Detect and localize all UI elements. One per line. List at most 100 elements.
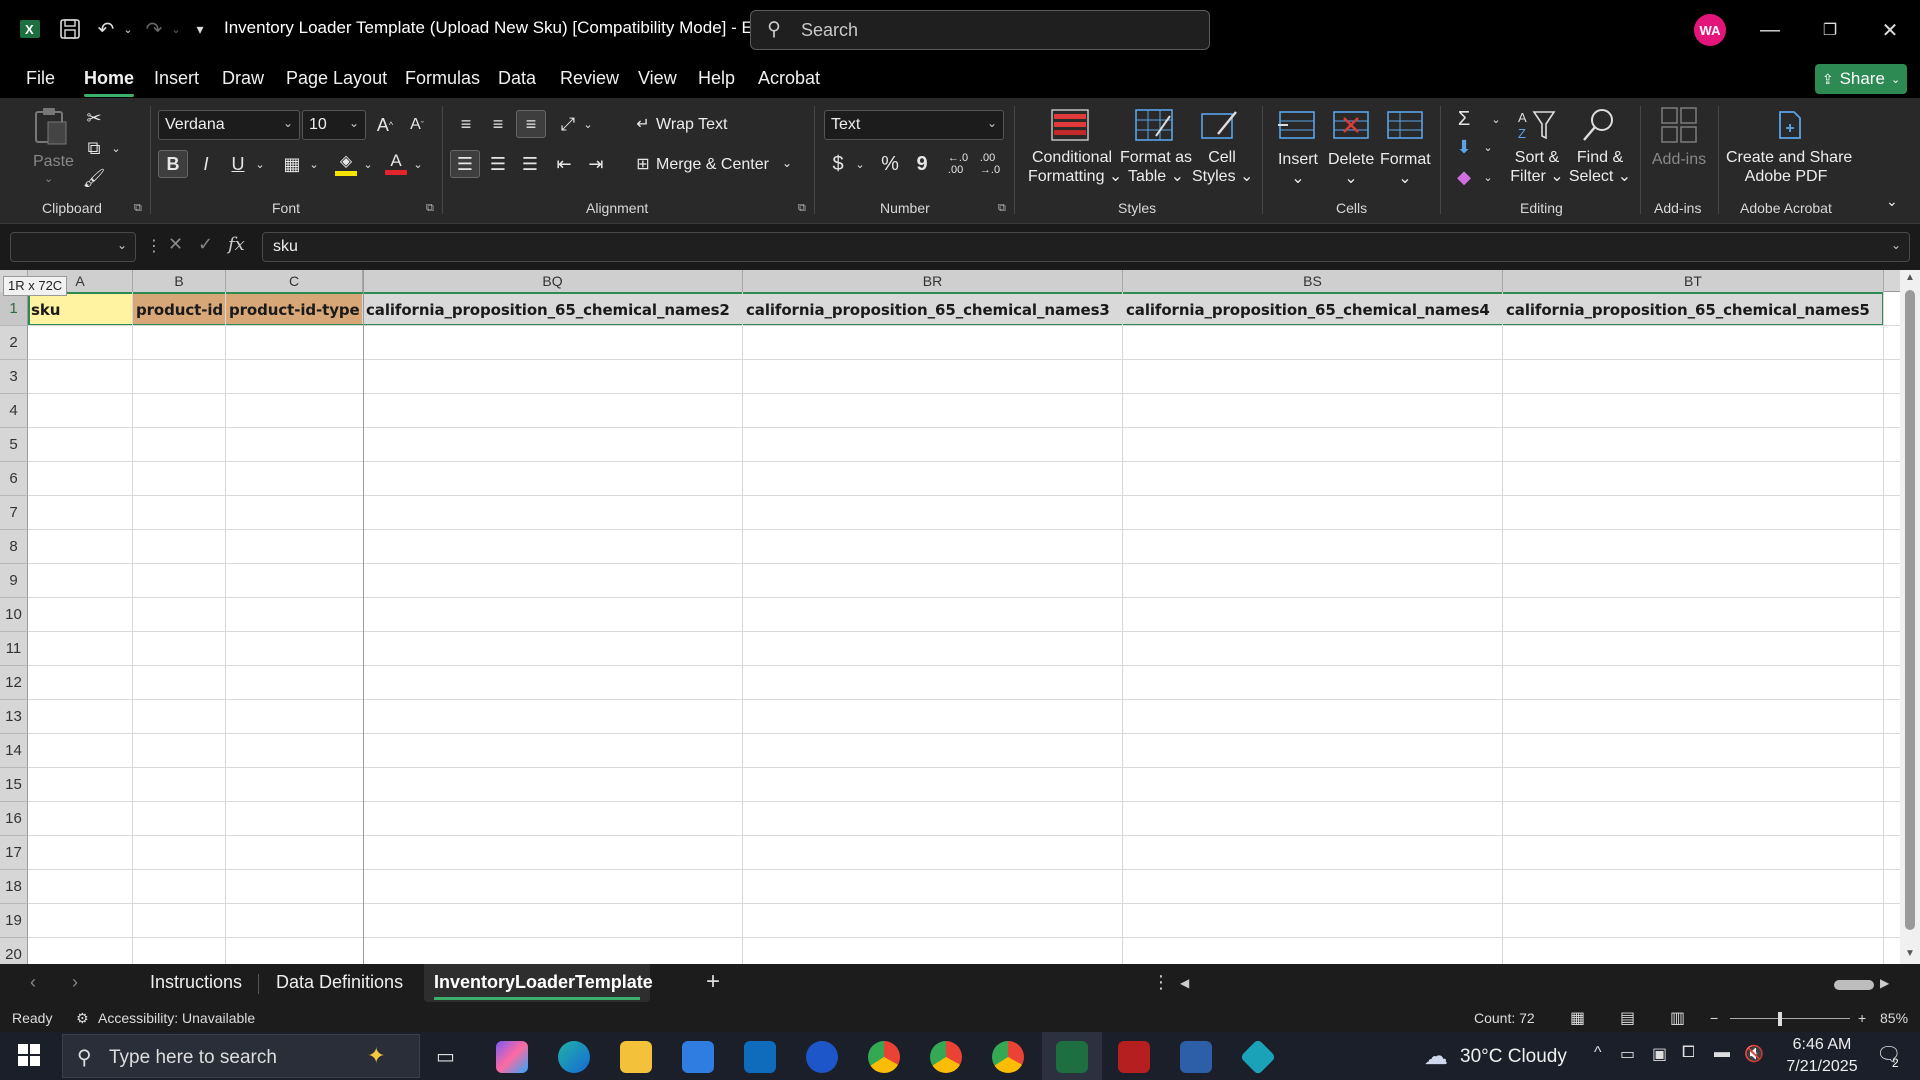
scroll-up-icon[interactable]: ▲: [1905, 272, 1915, 283]
add-ins-icon[interactable]: [1658, 106, 1700, 144]
chrome-profile-2-icon[interactable]: [930, 1041, 962, 1073]
align-right-icon[interactable]: ☰: [516, 150, 544, 178]
decrease-font-icon[interactable]: Aˇ: [404, 112, 430, 138]
column-header-bs[interactable]: BS: [1123, 270, 1503, 292]
share-button[interactable]: ⇪ Share ⌄: [1815, 64, 1907, 94]
tab-file[interactable]: File: [26, 68, 55, 89]
tab-view[interactable]: View: [638, 68, 677, 89]
align-left-icon[interactable]: ☰: [450, 150, 480, 178]
borders-dropdown-icon[interactable]: ⌄: [306, 150, 322, 178]
vertical-scroll-thumb[interactable]: [1905, 290, 1915, 930]
increase-font-icon[interactable]: A ^: [372, 112, 398, 138]
horizontal-scroll-thumb[interactable]: [1834, 980, 1874, 990]
row-header[interactable]: 16: [0, 802, 28, 836]
normal-view-icon[interactable]: ▦: [1570, 1008, 1585, 1028]
cell-styles-button[interactable]: Cell Styles ⌄: [1192, 148, 1253, 186]
scroll-left-icon[interactable]: ◀: [1180, 976, 1189, 990]
page-layout-view-icon[interactable]: ▤: [1620, 1008, 1635, 1028]
task-view-icon[interactable]: ▭: [436, 1044, 455, 1069]
tab-draw[interactable]: Draw: [222, 68, 264, 89]
row-header[interactable]: 10: [0, 598, 28, 632]
row-header[interactable]: 20: [0, 938, 28, 964]
row-header[interactable]: 2: [0, 326, 28, 360]
tab-help[interactable]: Help: [698, 68, 735, 89]
cell-bt1[interactable]: california_proposition_65_chemical_names…: [1503, 292, 1884, 326]
edge-browser-icon[interactable]: [558, 1041, 590, 1073]
expand-formula-icon[interactable]: ⌄: [1891, 238, 1901, 252]
clock-time[interactable]: 6:46 AM: [1782, 1036, 1862, 1054]
minimize-button[interactable]: —: [1748, 12, 1792, 48]
cell-br1[interactable]: california_proposition_65_chemical_names…: [743, 292, 1123, 326]
create-share-pdf-button[interactable]: Create and Share Adobe PDF: [1726, 148, 1852, 186]
tab-data[interactable]: Data: [498, 68, 536, 89]
find-select-icon[interactable]: [1578, 106, 1620, 144]
avatar[interactable]: WA: [1694, 14, 1726, 46]
messaging-app-icon[interactable]: [806, 1041, 838, 1073]
underline-button[interactable]: U: [224, 150, 252, 178]
row-header[interactable]: 9: [0, 564, 28, 598]
more-options-icon[interactable]: ⋮: [146, 236, 162, 256]
prev-sheet-icon[interactable]: ‹: [30, 972, 36, 993]
decrease-decimal-icon[interactable]: .00 →.0: [976, 150, 1004, 178]
row-header[interactable]: 18: [0, 870, 28, 904]
sort-filter-icon[interactable]: AZ: [1516, 106, 1558, 144]
battery-icon[interactable]: ▬: [1714, 1044, 1730, 1062]
underline-dropdown-icon[interactable]: ⌄: [252, 150, 268, 178]
page-break-view-icon[interactable]: ▥: [1670, 1008, 1685, 1028]
fill-color-icon[interactable]: ◈: [332, 148, 360, 178]
collapse-ribbon-icon[interactable]: ⌄: [1886, 192, 1898, 211]
zoom-out-icon[interactable]: −: [1710, 1010, 1718, 1026]
next-sheet-icon[interactable]: ›: [72, 972, 78, 993]
row-header[interactable]: 11: [0, 632, 28, 666]
row-header[interactable]: 13: [0, 700, 28, 734]
generic-app-icon[interactable]: [1239, 1038, 1277, 1076]
cell-a1[interactable]: sku: [28, 292, 133, 326]
align-top-icon[interactable]: ≡: [452, 110, 480, 138]
calculator-icon[interactable]: [1180, 1041, 1212, 1073]
sheet-tab-data-definitions[interactable]: Data Definitions: [276, 972, 403, 993]
wrap-text-button[interactable]: Wrap Text: [656, 116, 727, 134]
row-header[interactable]: 6: [0, 462, 28, 496]
search-input[interactable]: ⚲ Search: [750, 10, 1210, 50]
tab-review[interactable]: Review: [560, 68, 619, 89]
bold-button[interactable]: B: [158, 150, 188, 178]
format-as-table-button[interactable]: Format as Table ⌄: [1118, 148, 1194, 186]
show-hidden-icons[interactable]: ^: [1594, 1044, 1602, 1062]
name-box[interactable]: ⌄: [10, 232, 136, 262]
clock-date[interactable]: 7/21/2025: [1782, 1058, 1862, 1076]
percent-button[interactable]: %: [876, 150, 904, 178]
align-center-icon[interactable]: ☰: [484, 150, 512, 178]
font-size-select[interactable]: 10 ⌄: [302, 110, 366, 140]
tab-page-layout[interactable]: Page Layout: [286, 68, 387, 89]
chrome-profile-3-icon[interactable]: [992, 1041, 1024, 1073]
font-color-icon[interactable]: A: [382, 148, 410, 178]
excel-taskbar-icon[interactable]: [1056, 1041, 1088, 1073]
borders-icon[interactable]: ▦: [278, 150, 306, 178]
orientation-dropdown-icon[interactable]: ⌄: [580, 110, 596, 138]
customize-qat-icon[interactable]: ▾: [186, 15, 214, 43]
zoom-in-icon[interactable]: +: [1858, 1010, 1866, 1026]
increase-decimal-icon[interactable]: ←.0.00: [944, 150, 972, 178]
find-select-button[interactable]: Find & Select ⌄: [1568, 148, 1632, 186]
insert-function-icon[interactable]: fx: [228, 234, 245, 255]
column-header-br[interactable]: BR: [743, 270, 1123, 292]
merge-center-icon[interactable]: ⊞: [630, 150, 656, 178]
row-header[interactable]: 4: [0, 394, 28, 428]
cut-icon[interactable]: ✂: [80, 104, 108, 132]
restore-button[interactable]: ❐: [1808, 12, 1852, 48]
scroll-down-icon[interactable]: ▼: [1905, 948, 1915, 959]
weather-cloud-icon[interactable]: ☁: [1424, 1042, 1448, 1071]
sheet-tab-inventory-loader-template[interactable]: InventoryLoaderTemplate: [434, 972, 653, 993]
wrap-text-icon[interactable]: ↵: [630, 110, 656, 138]
format-as-table-icon[interactable]: [1134, 108, 1176, 146]
align-bottom-icon[interactable]: ≡: [516, 110, 546, 138]
save-icon[interactable]: [56, 15, 84, 43]
row-header[interactable]: 1: [0, 292, 28, 326]
font-launcher-icon[interactable]: ⧉: [426, 202, 434, 215]
undo-dropdown-icon[interactable]: ⌄: [114, 15, 142, 43]
tab-formulas[interactable]: Formulas: [405, 68, 480, 89]
clear-dropdown-icon[interactable]: ⌄: [1480, 164, 1496, 190]
fill-color-dropdown-icon[interactable]: ⌄: [360, 150, 376, 178]
tab-insert[interactable]: Insert: [154, 68, 199, 89]
vertical-scrollbar[interactable]: ▲ ▼: [1900, 270, 1920, 964]
